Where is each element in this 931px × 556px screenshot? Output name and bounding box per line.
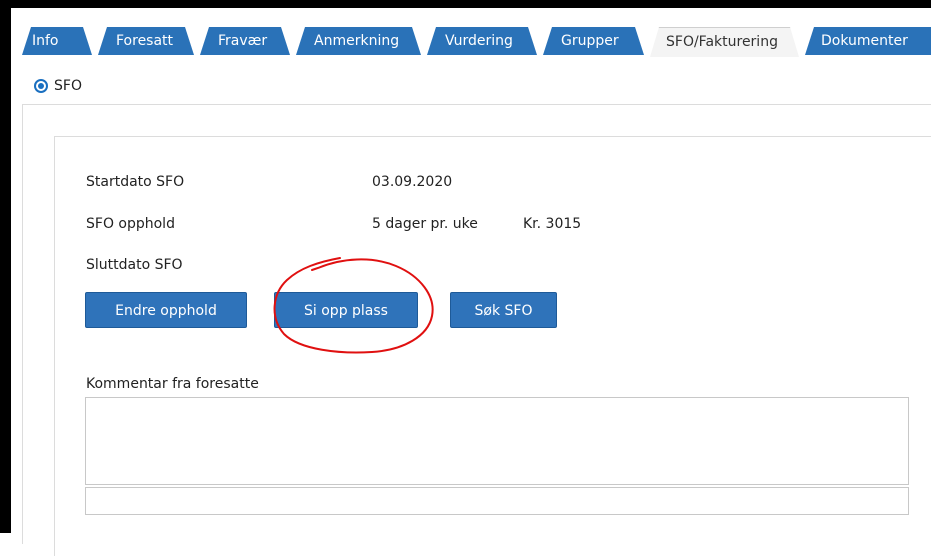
tab-bar: Info Foresatt Fravær Anmerkning Vurderin…	[22, 27, 931, 57]
tab-dokumenter[interactable]: Dokumenter	[805, 27, 931, 55]
startdato-label: Startdato SFO	[86, 174, 185, 190]
tab-vurdering[interactable]: Vurdering	[427, 27, 537, 55]
comment-label: Kommentar fra foresatte	[86, 376, 259, 392]
sfo-radio-option[interactable]: SFO	[34, 76, 82, 96]
comment-secondary-field[interactable]	[85, 487, 909, 515]
opphold-price: Kr. 3015	[523, 216, 582, 232]
opphold-value: 5 dager pr. uke	[372, 216, 478, 232]
tab-grupper[interactable]: Grupper	[543, 27, 644, 55]
endre-opphold-button[interactable]: Endre opphold	[85, 292, 247, 328]
tab-fravaer[interactable]: Fravær	[200, 27, 290, 55]
opphold-label: SFO opphold	[86, 216, 175, 232]
sok-sfo-button[interactable]: Søk SFO	[450, 292, 557, 328]
si-opp-plass-button[interactable]: Si opp plass	[274, 292, 418, 328]
tab-sfo-fakturering[interactable]: SFO/Fakturering	[650, 27, 799, 57]
sluttdato-label: Sluttdato SFO	[86, 257, 183, 273]
tab-anmerkning[interactable]: Anmerkning	[296, 27, 421, 55]
tab-info[interactable]: Info	[22, 27, 92, 55]
window-frame-top	[0, 0, 931, 8]
comment-textarea[interactable]	[85, 397, 909, 485]
sfo-radio-button[interactable]	[34, 79, 48, 93]
startdato-value: 03.09.2020	[372, 174, 453, 190]
window-frame-left	[0, 0, 11, 533]
sfo-radio-label: SFO	[54, 78, 82, 94]
tab-foresatt[interactable]: Foresatt	[98, 27, 194, 55]
